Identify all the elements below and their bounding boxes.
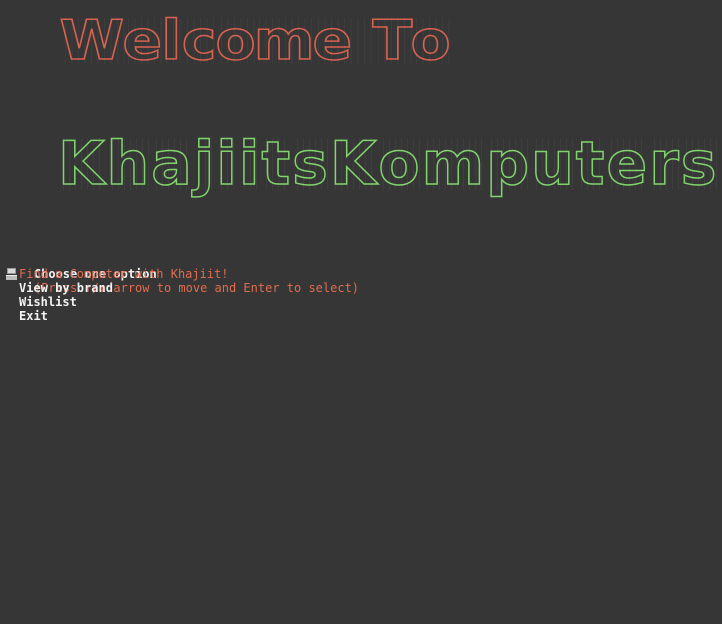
banner-letter: T (371, 9, 412, 72)
banner-letter: s (291, 129, 328, 199)
banner-space (351, 14, 373, 68)
banner-letter: t (261, 129, 291, 199)
banner-letter: o (214, 9, 256, 72)
menu-item-label: Find a Computer with Khajiit! (19, 267, 229, 281)
banner-letter: W (59, 9, 125, 72)
banner-letter: t (575, 129, 605, 199)
banner-letter: o (378, 129, 421, 199)
banner-letter: e (121, 9, 162, 72)
option-menu: Find a Computer with Khajiit! View by br… (5, 267, 229, 323)
banner-letter: u (530, 129, 574, 199)
banner-letter: c (181, 9, 217, 72)
computer-icon (5, 267, 19, 281)
banner-letter: j (193, 129, 215, 199)
banner-letter: m (421, 129, 485, 199)
title-ascii-banner: KhajiitsKomputers (57, 129, 719, 199)
banner-letter: K (57, 129, 105, 199)
banner-letter: i (216, 129, 238, 199)
banner-letter: e (606, 129, 648, 199)
banner-letter: l (161, 9, 183, 72)
banner-letter: m (253, 9, 315, 72)
banner-letter: i (238, 129, 260, 199)
menu-item-label: Exit (19, 309, 48, 323)
banner-letter: r (648, 129, 679, 199)
menu-item-find-computer[interactable]: Find a Computer with Khajiit! (5, 267, 229, 281)
menu-item-exit[interactable]: Exit (5, 309, 229, 323)
banner-letter: a (150, 129, 192, 199)
banner-letter: p (485, 129, 530, 199)
welcome-ascii-banner: Welcome To (59, 9, 452, 72)
banner-letter: h (106, 129, 150, 199)
banner-letter: s (680, 129, 717, 199)
banner-letter: K (329, 129, 377, 199)
terminal-window: Welcome To KhajiitsKomputers Choose one … (0, 0, 722, 624)
banner-letter: e (312, 9, 353, 72)
banner-letter: o (410, 9, 452, 72)
